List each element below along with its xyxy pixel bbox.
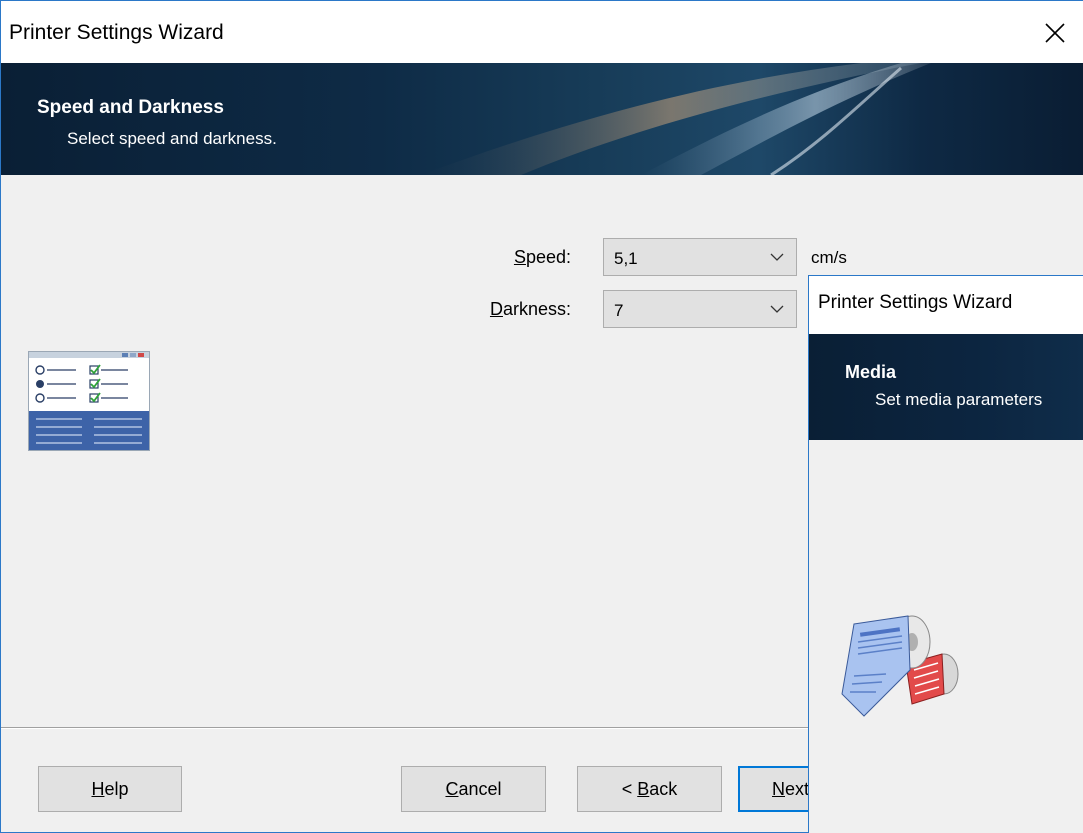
overlay-title-bar[interactable]: Printer Settings Wizard bbox=[809, 276, 1083, 334]
chevron-down-icon bbox=[770, 305, 784, 313]
speed-value: 5,1 bbox=[614, 249, 638, 268]
darkness-value: 7 bbox=[614, 301, 624, 320]
settings-list-icon bbox=[28, 351, 150, 451]
close-icon bbox=[1045, 23, 1065, 43]
overlay-header-banner: Media Set media parameters bbox=[809, 334, 1083, 440]
speed-dropdown[interactable]: 5,1 bbox=[603, 238, 797, 276]
title-bar[interactable]: Printer Settings Wizard bbox=[1, 1, 1083, 63]
chevron-down-icon bbox=[770, 253, 784, 261]
overlay-page-subtitle: Set media parameters bbox=[875, 390, 1043, 409]
overlay-window-title: Printer Settings Wizard bbox=[818, 292, 1013, 313]
label-roll-icon bbox=[841, 615, 959, 717]
help-button[interactable]: Help bbox=[38, 766, 182, 812]
header-banner: Speed and Darkness Select speed and dark… bbox=[1, 63, 1083, 175]
darkness-label: Darkness: bbox=[489, 299, 571, 319]
speed-unit: cm/s bbox=[811, 248, 847, 267]
back-button[interactable]: < Back bbox=[577, 766, 722, 812]
overlay-page-title: Media bbox=[845, 362, 897, 382]
page-subtitle: Select speed and darkness. bbox=[67, 129, 277, 148]
cancel-button[interactable]: Cancel bbox=[401, 766, 546, 812]
page-title: Speed and Darkness bbox=[37, 97, 224, 118]
banner-swoosh-graphic bbox=[421, 63, 931, 175]
overlay-wizard-window[interactable]: Printer Settings Wizard Media Set media … bbox=[808, 275, 1083, 833]
darkness-dropdown[interactable]: 7 bbox=[603, 290, 797, 328]
window-title: Printer Settings Wizard bbox=[9, 21, 224, 44]
speed-label: Speed: bbox=[513, 247, 571, 267]
close-button[interactable] bbox=[1037, 15, 1073, 51]
